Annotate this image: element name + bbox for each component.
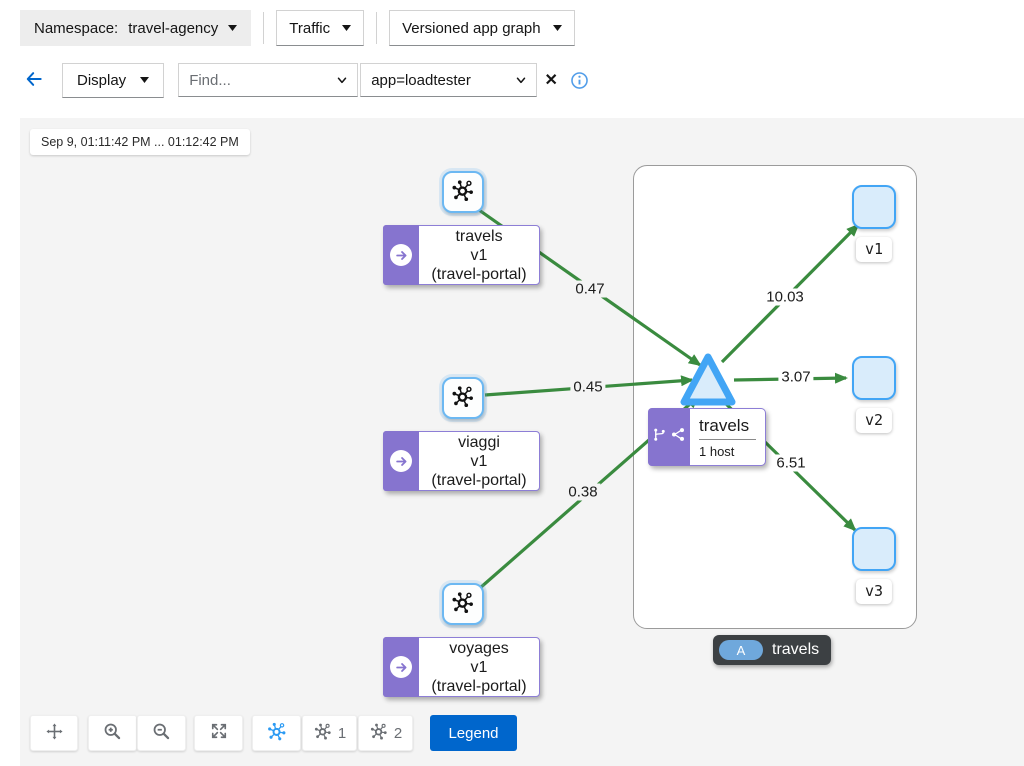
app-name: voyages bbox=[449, 639, 509, 658]
app-name: viaggi bbox=[458, 433, 500, 452]
divider bbox=[376, 12, 377, 44]
workload-label-v2: v2 bbox=[856, 408, 892, 433]
workload-label-v3: v3 bbox=[856, 579, 892, 604]
edge-rate-travels: 0.47 bbox=[572, 281, 607, 298]
workload-node-v3[interactable] bbox=[852, 527, 896, 571]
app-badge: A bbox=[719, 640, 763, 660]
app-version: v1 bbox=[471, 452, 488, 471]
edge-rate-v2: 3.07 bbox=[778, 369, 813, 386]
app-name: travels bbox=[455, 227, 502, 246]
graph-toolbar-primary: Namespace: travel-agency Traffic Version… bbox=[20, 10, 575, 46]
namespace-label: Namespace: bbox=[34, 20, 118, 37]
graph-type-label: Versioned app graph bbox=[402, 20, 540, 37]
root-badge bbox=[383, 225, 419, 285]
graph-layout-icon bbox=[369, 721, 389, 745]
hide-input-group bbox=[360, 63, 537, 97]
info-icon[interactable] bbox=[567, 68, 591, 92]
display-label: Display bbox=[77, 72, 126, 89]
chevron-down-icon[interactable] bbox=[335, 73, 349, 87]
workload-node-v1[interactable] bbox=[852, 185, 896, 229]
graph-layout-icon bbox=[266, 720, 288, 746]
graph-type-select[interactable]: Versioned app graph bbox=[389, 10, 574, 46]
find-input-group bbox=[178, 63, 358, 97]
layout-2-label: 2 bbox=[394, 725, 402, 742]
app-namespace: (travel-portal) bbox=[431, 677, 526, 696]
edge-rate-v3: 6.51 bbox=[773, 455, 808, 472]
traffic-select[interactable]: Traffic bbox=[276, 10, 364, 46]
caret-down-icon bbox=[140, 77, 149, 83]
zoom-in-button[interactable] bbox=[88, 715, 137, 751]
edge-rate-voyages: 0.38 bbox=[565, 484, 600, 501]
zoom-out-button[interactable] bbox=[137, 715, 186, 751]
caret-down-icon bbox=[553, 25, 562, 31]
expand-arrows-icon bbox=[209, 721, 229, 745]
move-icon bbox=[44, 721, 65, 746]
app-label-travels[interactable]: travels v1 (travel-portal) bbox=[383, 225, 540, 285]
code-branch-icon bbox=[652, 426, 667, 448]
graph-canvas[interactable]: Sep 9, 01:11:42 PM ... 01:12:42 PM bbox=[20, 118, 1024, 766]
zoom-in-icon bbox=[102, 721, 123, 746]
arrow-right-circle-icon bbox=[390, 244, 412, 266]
pan-button[interactable] bbox=[30, 715, 78, 751]
app-node-travels[interactable] bbox=[442, 171, 484, 213]
service-hosts: 1 host bbox=[699, 444, 734, 459]
workload-node-v2[interactable] bbox=[852, 356, 896, 400]
group-name: travels bbox=[772, 641, 819, 659]
layout-1-button[interactable]: 1 bbox=[302, 715, 357, 751]
app-version: v1 bbox=[471, 658, 488, 677]
app-label-viaggi[interactable]: viaggi v1 (travel-portal) bbox=[383, 431, 540, 491]
caret-down-icon bbox=[228, 25, 237, 31]
applications-icon bbox=[450, 383, 476, 414]
graph-timestamp: Sep 9, 01:11:42 PM ... 01:12:42 PM bbox=[30, 129, 250, 155]
service-label-travels[interactable]: travels 1 host bbox=[648, 408, 766, 466]
fit-to-screen-button[interactable] bbox=[194, 715, 243, 751]
app-namespace: (travel-portal) bbox=[431, 471, 526, 490]
clear-hide-button[interactable]: ✕ bbox=[539, 63, 563, 97]
find-input[interactable] bbox=[189, 72, 335, 89]
zoom-out-icon bbox=[151, 721, 172, 746]
graph-toolbar-secondary: Display ✕ bbox=[20, 62, 591, 98]
share-alt-icon bbox=[670, 426, 686, 448]
layout-1-label: 1 bbox=[338, 725, 346, 742]
arrow-left-icon bbox=[24, 69, 44, 92]
app-node-voyages[interactable] bbox=[442, 583, 484, 625]
app-label-voyages[interactable]: voyages v1 (travel-portal) bbox=[383, 637, 540, 697]
namespace-select[interactable]: Namespace: travel-agency bbox=[20, 10, 251, 46]
layout-2-button[interactable]: 2 bbox=[358, 715, 413, 751]
caret-down-icon bbox=[342, 25, 351, 31]
divider bbox=[699, 439, 756, 440]
group-label-travels[interactable]: A travels bbox=[713, 635, 831, 665]
applications-icon bbox=[450, 177, 476, 208]
traffic-label: Traffic bbox=[289, 20, 330, 37]
display-dropdown[interactable]: Display bbox=[62, 63, 164, 98]
legend-button[interactable]: Legend bbox=[430, 715, 517, 751]
root-badge bbox=[383, 431, 419, 491]
divider bbox=[263, 12, 264, 44]
hide-input[interactable] bbox=[371, 72, 514, 89]
applications-icon bbox=[450, 589, 476, 620]
app-version: v1 bbox=[471, 246, 488, 265]
chevron-down-icon[interactable] bbox=[514, 73, 528, 87]
edge-rate-viaggi: 0.45 bbox=[570, 379, 605, 396]
root-badge bbox=[383, 637, 419, 697]
back-button[interactable] bbox=[20, 66, 48, 94]
app-namespace: (travel-portal) bbox=[431, 265, 526, 284]
graph-layout-icon bbox=[313, 721, 333, 745]
workload-label-v1: v1 bbox=[856, 237, 892, 262]
layout-default-button[interactable] bbox=[252, 715, 301, 751]
namespace-value: travel-agency bbox=[128, 20, 218, 37]
app-node-viaggi[interactable] bbox=[442, 377, 484, 419]
edge-rate-v1: 10.03 bbox=[763, 289, 807, 306]
arrow-right-circle-icon bbox=[390, 450, 412, 472]
arrow-right-circle-icon bbox=[390, 656, 412, 678]
service-name: travels bbox=[699, 416, 749, 436]
